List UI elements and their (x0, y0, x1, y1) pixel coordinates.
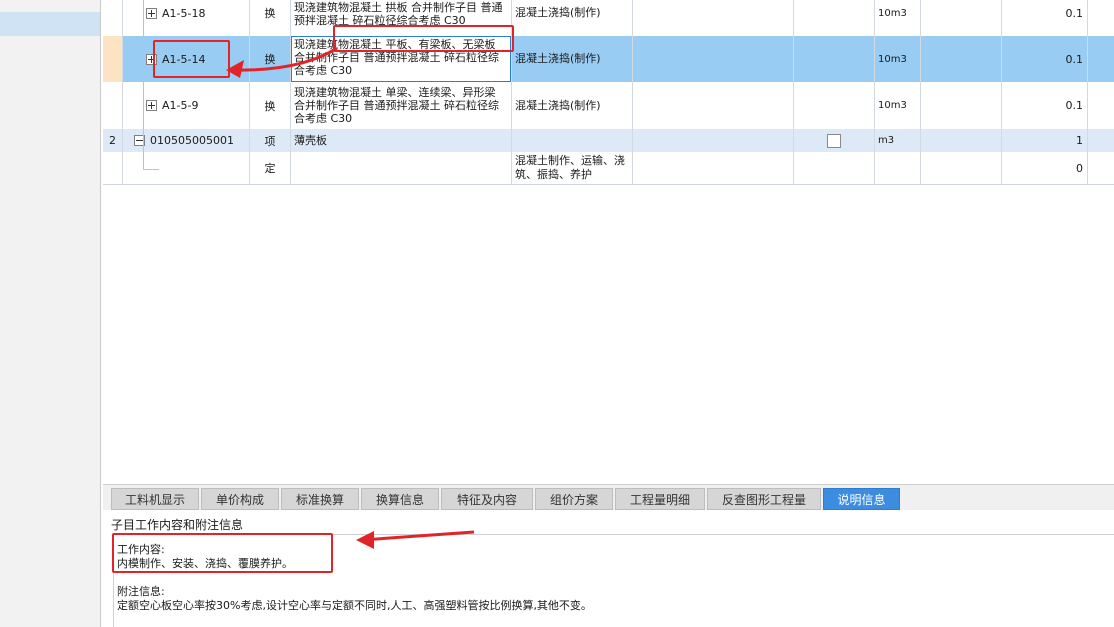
tree-line (143, 0, 144, 170)
expand-icon[interactable] (146, 100, 157, 111)
row-qty: 0.1 (1002, 36, 1088, 82)
row-unit: 10m3 (875, 0, 921, 36)
row-qty: 0.1 (1002, 82, 1088, 129)
row-blank (1088, 36, 1114, 82)
row-blank (633, 82, 794, 129)
tab-features[interactable]: 特征及内容 (441, 488, 533, 510)
row-qty: 0.1 (1002, 0, 1088, 36)
row-blank (921, 0, 1002, 36)
table-row[interactable]: A1-5-18 换 现浇建筑物混凝土 拱板 合并制作子目 普通预拌混凝土 碎石粒… (103, 0, 1114, 37)
tab-quantity-detail[interactable]: 工程量明细 (615, 488, 705, 510)
row-type: 换 (250, 0, 291, 36)
row-qty: 0 (1002, 152, 1088, 184)
row-feature: 混凝土制作、运输、浇筑、振捣、养护 (512, 152, 633, 184)
row-blank (1088, 152, 1114, 184)
tab-description[interactable]: 说明信息 (823, 488, 900, 510)
row-number (103, 36, 123, 82)
row-unit (875, 152, 921, 184)
row-blank (633, 152, 794, 184)
quota-grid: A1-5-18 换 现浇建筑物混凝土 拱板 合并制作子目 普通预拌混凝土 碎石粒… (103, 0, 1114, 185)
row-qty: 1 (1002, 129, 1088, 152)
row-type: 项 (250, 129, 291, 152)
bottom-tab-bar: 工料机显示 单价构成 标准换算 换算信息 特征及内容 组价方案 工程量明细 反查… (103, 484, 1114, 511)
row-blank (1088, 0, 1114, 36)
row-code: A1-5-9 (162, 99, 199, 112)
tab-pricing-plan[interactable]: 组价方案 (535, 488, 613, 510)
tree-line (143, 169, 159, 170)
row-feature (512, 129, 633, 152)
row-checkbox[interactable] (827, 133, 841, 148)
row-blank (633, 36, 794, 82)
row-type: 换 (250, 36, 291, 82)
table-row[interactable]: 定 混凝土制作、运输、浇筑、振捣、养护 0 (103, 152, 1114, 185)
row-check-cell (794, 36, 875, 82)
tab-standard-conversion[interactable]: 标准换算 (281, 488, 359, 510)
note-text: 定额空心板空心率按30%考虑,设计空心率与定额不同时,人工、高强塑料管按比例换算… (117, 599, 592, 612)
row-name[interactable]: 薄壳板 (291, 129, 512, 152)
row-name-cell[interactable]: 现浇建筑物混凝土 单梁、连续梁、异形梁 合并制作子目 普通预拌混凝土 碎石粒径综… (291, 82, 512, 129)
row-type: 换 (250, 82, 291, 129)
row-blank (921, 152, 1002, 184)
table-row[interactable]: A1-5-9 换 现浇建筑物混凝土 单梁、连续梁、异形梁 合并制作子目 普通预拌… (103, 82, 1114, 130)
annotation-box-code (153, 40, 230, 78)
row-name: 现浇建筑物混凝土 单梁、连续梁、异形梁 合并制作子目 普通预拌混凝土 碎石粒径综… (294, 86, 499, 125)
row-code: 010505005001 (150, 134, 234, 147)
left-panel-selected-item[interactable] (0, 12, 100, 36)
row-blank (633, 0, 794, 36)
row-blank (633, 129, 794, 152)
row-unit: 10m3 (875, 82, 921, 129)
row-name[interactable] (291, 152, 512, 184)
row-blank (921, 82, 1002, 129)
annotation-box-name (333, 25, 514, 52)
table-row-group[interactable]: 2 010505005001 项 薄壳板 m3 1 (103, 129, 1114, 153)
row-name: 现浇建筑物混凝土 拱板 合并制作子目 普通预拌混凝土 碎石粒径综合考虑 C30 (294, 1, 503, 27)
row-number: 2 (103, 129, 123, 152)
row-check-cell (794, 129, 875, 152)
row-number (103, 82, 123, 129)
row-blank (1088, 129, 1114, 152)
tab-conversion-info[interactable]: 换算信息 (361, 488, 439, 510)
row-blank (921, 129, 1002, 152)
annotation-box-work (112, 533, 333, 573)
row-check-cell (794, 152, 875, 184)
row-blank (921, 36, 1002, 82)
row-feature: 混凝土浇捣(制作) (512, 36, 633, 82)
row-type: 定 (250, 152, 291, 184)
row-code: A1-5-18 (162, 6, 206, 20)
info-title: 子目工作内容和附注信息 (111, 518, 244, 532)
expand-icon[interactable] (146, 7, 157, 19)
left-panel (0, 0, 101, 627)
row-check-cell (794, 0, 875, 36)
row-unit: m3 (875, 129, 921, 152)
tab-reverse-query[interactable]: 反查图形工程量 (707, 488, 821, 510)
row-feature: 混凝土浇捣(制作) (512, 82, 633, 129)
row-unit: 10m3 (875, 36, 921, 82)
row-number (103, 0, 123, 36)
row-number (103, 152, 123, 184)
row-blank (1088, 82, 1114, 129)
row-feature-text: 混凝土制作、运输、浇筑、振捣、养护 (515, 154, 625, 181)
tab-unit-price[interactable]: 单价构成 (201, 488, 279, 510)
row-feature: 混凝土浇捣(制作) (512, 0, 633, 36)
table-row-selected[interactable]: A1-5-14 换 现浇建筑物混凝土 平板、有梁板、无梁板 合并制作子目 普通预… (103, 36, 1114, 83)
tab-labor-material[interactable]: 工料机显示 (111, 488, 199, 510)
row-check-cell (794, 82, 875, 129)
